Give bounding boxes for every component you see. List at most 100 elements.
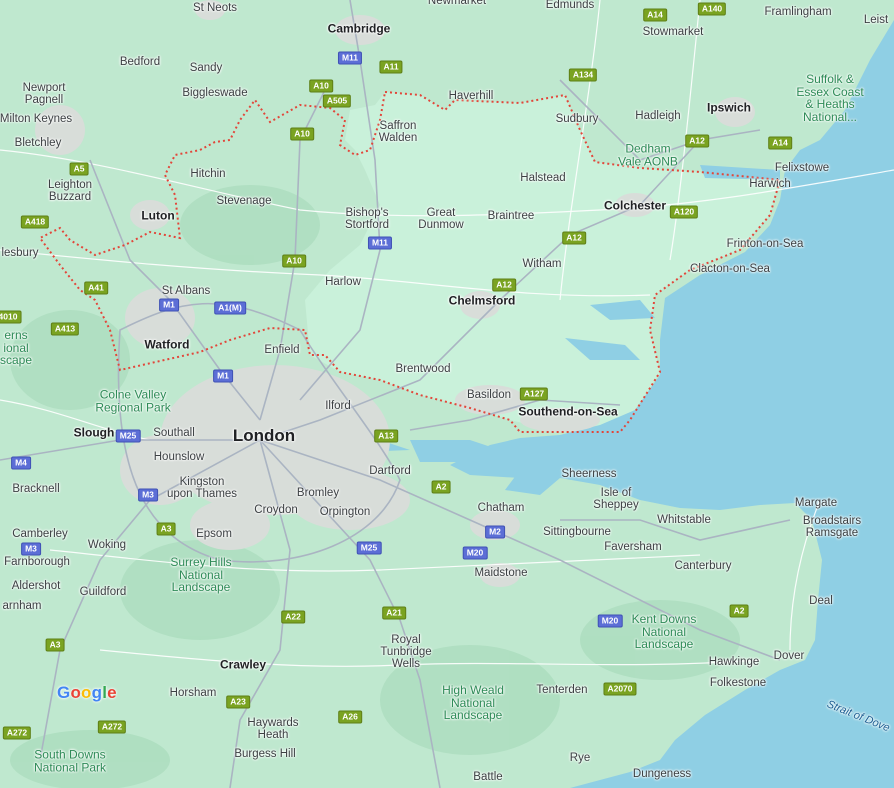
place-label-hawkinge[interactable]: Hawkinge: [709, 656, 760, 668]
place-label-chatham[interactable]: Chatham: [478, 502, 525, 514]
place-label-st-neots[interactable]: St Neots: [193, 2, 237, 14]
road-shield-a41: A41: [84, 281, 108, 295]
place-label-haverhill[interactable]: Haverhill: [449, 90, 494, 102]
place-label-braintree[interactable]: Braintree: [488, 210, 535, 222]
road-shield-a127: A127: [519, 387, 549, 401]
place-label-newmarket[interactable]: Newmarket: [428, 0, 486, 7]
place-label-colchester[interactable]: Colchester: [604, 200, 666, 213]
place-label-leist[interactable]: Leist: [864, 14, 888, 26]
place-label-whitstable[interactable]: Whitstable: [657, 514, 711, 526]
place-label-brentwood[interactable]: Brentwood: [396, 363, 451, 375]
place-label-horsham[interactable]: Horsham: [170, 687, 217, 699]
place-label-deal[interactable]: Deal: [809, 595, 833, 607]
place-label-luton[interactable]: Luton: [141, 210, 174, 223]
place-label-frinton[interactable]: Frinton-on-Sea: [727, 238, 804, 250]
place-label-ipswich[interactable]: Ipswich: [707, 102, 751, 115]
place-label-london[interactable]: London: [233, 427, 295, 445]
place-label-guildford[interactable]: Guildford: [80, 586, 127, 598]
park-label-colne-valley[interactable]: Colne Valley Regional Park: [95, 388, 170, 413]
map-canvas[interactable]: St Neots Newmarket Edmunds Framlingham Leist…: [0, 0, 894, 788]
google-logo[interactable]: Google: [57, 683, 117, 703]
place-label-cambridge[interactable]: Cambridge: [328, 23, 391, 36]
place-label-dartford[interactable]: Dartford: [369, 465, 411, 477]
place-label-sandy[interactable]: Sandy: [190, 62, 223, 74]
place-label-aylesbury[interactable]: lesbury: [1, 247, 38, 259]
place-label-epsom[interactable]: Epsom: [196, 528, 232, 540]
park-label-chilterns[interactable]: erns ional scape: [0, 329, 32, 367]
place-label-margate[interactable]: Margate: [795, 497, 837, 509]
park-label-high-weald[interactable]: High Weald National Landscape: [442, 684, 504, 722]
place-label-battle[interactable]: Battle: [473, 771, 502, 783]
place-label-royal-tunbridge-wells[interactable]: Royal Tunbridge Wells: [380, 634, 431, 670]
place-label-hounslow[interactable]: Hounslow: [154, 451, 205, 463]
place-label-newport-pagnell[interactable]: Newport Pagnell: [23, 82, 66, 106]
place-label-enfield[interactable]: Enfield: [264, 344, 299, 356]
park-label-suffolk-coast[interactable]: Suffolk & Essex Coast & Heaths National...: [796, 72, 863, 123]
place-label-dungeness[interactable]: Dungeness: [633, 768, 691, 780]
place-label-tenterden[interactable]: Tenterden: [536, 684, 587, 696]
place-label-kingston[interactable]: Kingston upon Thames: [167, 476, 237, 500]
place-label-harlow[interactable]: Harlow: [325, 276, 361, 288]
place-label-watford[interactable]: Watford: [145, 339, 190, 352]
place-label-harwich[interactable]: Harwich: [749, 178, 791, 190]
place-label-stowmarket[interactable]: Stowmarket: [643, 26, 704, 38]
place-label-orpington[interactable]: Orpington: [320, 506, 371, 518]
place-label-sudbury[interactable]: Sudbury: [556, 113, 599, 125]
place-label-stevenage[interactable]: Stevenage: [217, 195, 272, 207]
place-label-bishops-stortford[interactable]: Bishop's Stortford: [345, 207, 389, 231]
place-label-maidstone[interactable]: Maidstone: [474, 567, 527, 579]
road-shield-a13: A13: [374, 429, 398, 443]
road-shield-m25: M25: [115, 429, 141, 443]
park-label-dedham-vale[interactable]: Dedham Vale AONB: [618, 142, 678, 167]
place-label-sheerness[interactable]: Sheerness: [562, 468, 617, 480]
place-label-bedford[interactable]: Bedford: [120, 56, 160, 68]
place-label-chelmsford[interactable]: Chelmsford: [449, 295, 516, 308]
place-label-st-albans[interactable]: St Albans: [162, 285, 211, 297]
place-label-bracknell[interactable]: Bracknell: [12, 483, 59, 495]
place-label-farnham[interactable]: arnham: [3, 600, 42, 612]
place-label-biggleswade[interactable]: Biggleswade: [182, 87, 247, 99]
place-label-rye[interactable]: Rye: [570, 752, 590, 764]
place-label-basildon[interactable]: Basildon: [467, 389, 511, 401]
place-label-woking[interactable]: Woking: [88, 539, 126, 551]
place-label-felixstowe[interactable]: Felixstowe: [775, 162, 829, 174]
place-label-bletchley[interactable]: Bletchley: [15, 137, 62, 149]
place-label-canterbury[interactable]: Canterbury: [675, 560, 732, 572]
road-shield-a3: A3: [45, 638, 65, 652]
place-label-slough[interactable]: Slough: [74, 427, 115, 440]
park-label-surrey-hills[interactable]: Surrey Hills National Landscape: [170, 556, 231, 594]
place-label-crawley[interactable]: Crawley: [220, 659, 266, 672]
place-label-farnborough[interactable]: Farnborough: [4, 556, 70, 568]
road-shield-a10: A10: [290, 127, 314, 141]
place-label-milton-keynes[interactable]: Milton Keynes: [0, 113, 72, 125]
place-label-hitchin[interactable]: Hitchin: [190, 168, 225, 180]
place-label-clacton[interactable]: Clacton-on-Sea: [690, 263, 770, 275]
place-label-croydon[interactable]: Croydon: [254, 504, 297, 516]
place-label-dover[interactable]: Dover: [774, 650, 805, 662]
road-shield-m4: M4: [11, 456, 31, 470]
place-label-sittingbourne[interactable]: Sittingbourne: [543, 526, 611, 538]
place-label-faversham[interactable]: Faversham: [604, 541, 662, 553]
place-label-halstead[interactable]: Halstead: [520, 172, 565, 184]
place-label-edmunds[interactable]: Edmunds: [546, 0, 595, 11]
place-label-saffron-walden[interactable]: Saffron Walden: [379, 120, 418, 144]
place-label-haywards-heath[interactable]: Haywards Heath: [247, 717, 298, 741]
place-label-witham[interactable]: Witham: [523, 258, 562, 270]
place-label-southend[interactable]: Southend-on-Sea: [518, 406, 617, 419]
place-label-aldershot[interactable]: Aldershot: [12, 580, 61, 592]
place-label-camberley[interactable]: Camberley: [12, 528, 68, 540]
place-label-ilford[interactable]: Ilford: [325, 400, 351, 412]
place-label-great-dunmow[interactable]: Great Dunmow: [418, 207, 463, 231]
place-label-broadstairs[interactable]: Broadstairs Ramsgate: [803, 515, 861, 539]
place-label-bromley[interactable]: Bromley: [297, 487, 339, 499]
place-label-folkestone[interactable]: Folkestone: [710, 677, 766, 689]
place-label-southall[interactable]: Southall: [153, 427, 195, 439]
place-label-framlingham[interactable]: Framlingham: [764, 6, 831, 18]
place-label-burgess-hill[interactable]: Burgess Hill: [234, 748, 295, 760]
park-label-south-downs[interactable]: South Downs National Park: [34, 748, 106, 773]
place-label-isle-of-sheppey[interactable]: Isle of Sheppey: [593, 487, 638, 511]
place-label-hadleigh[interactable]: Hadleigh: [635, 110, 680, 122]
place-label-leighton-buzzard[interactable]: Leighton Buzzard: [48, 179, 92, 203]
park-label-kent-downs[interactable]: Kent Downs National Landscape: [632, 613, 697, 651]
road-shield-m20: M20: [462, 546, 488, 560]
